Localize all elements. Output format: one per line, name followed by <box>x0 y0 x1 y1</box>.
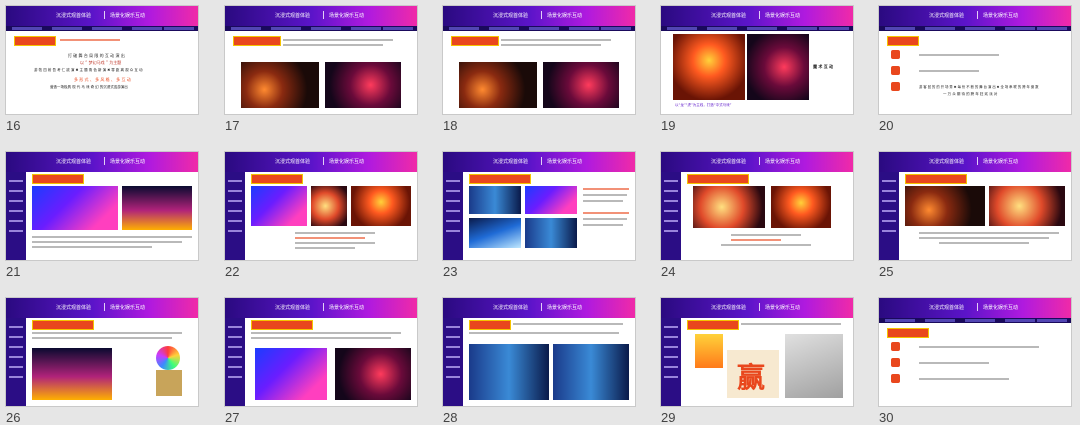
stage-photo <box>241 62 319 108</box>
slide-text: 以“龙”“虎”为主线，打造“中式马戏” <box>675 103 732 107</box>
header-title-right: 场景化娱乐互动 <box>983 159 1019 165</box>
header-title-left: 沉浸式观首体验 <box>493 159 529 165</box>
event-photo <box>525 218 577 248</box>
header-title-left: 沉浸式观首体验 <box>929 159 965 165</box>
stage-photo <box>543 62 619 108</box>
slide-number: 17 <box>225 118 240 133</box>
slide-text: 以 “ 梦幻马戏 ” 为主题 <box>80 60 122 65</box>
slide-number: 19 <box>661 118 676 133</box>
prize-poster <box>695 334 723 368</box>
header-title-right: 场景化娱乐互动 <box>983 305 1019 311</box>
slide-text: 营造一场极具 现 代 马 戏 奇 幻 的沉浸式巡游演出 <box>50 85 128 89</box>
slide-number: 16 <box>6 118 21 133</box>
slide-text: 打 破 舞 台 局 限 的 互 动 演 出 <box>68 53 125 58</box>
globe-image <box>156 346 180 370</box>
header-title-right: 场景化娱乐互动 <box>765 13 801 19</box>
header-title-right: 场景化娱乐互动 <box>547 159 583 165</box>
slide-preview: 沉浸式观首体验 场景化娱乐互动 <box>6 152 198 260</box>
event-photo <box>351 186 411 226</box>
header-title-right: 场景化娱乐互动 <box>765 305 801 311</box>
stage-photo <box>325 62 401 108</box>
slide-text: 一 万 众 期 待 的 跨 年 狂 欢 派 对 <box>943 92 998 96</box>
event-photo <box>251 186 307 226</box>
event-photo <box>525 186 577 214</box>
slide-preview: 沉浸式观首体验 场景化娱乐互动 <box>225 152 417 260</box>
header-title-right: 场景化娱乐互动 <box>765 159 801 165</box>
header-title-left: 沉浸式观首体验 <box>56 13 92 19</box>
slide-number: 20 <box>879 118 894 133</box>
header-title-right: 场景化娱乐互动 <box>110 305 146 311</box>
game-screen <box>469 344 549 400</box>
slide-number: 25 <box>879 264 894 279</box>
event-photo <box>469 218 521 248</box>
event-photo <box>989 186 1065 226</box>
slide-preview: 沉浸式观首体验 场景化娱乐互动 <box>443 6 635 114</box>
slide-text: 多 形 式 、 多 风 格 、 多 互 动 <box>74 77 131 82</box>
slide-number: 21 <box>6 264 21 279</box>
slide-text: 魔 术 互 动 <box>813 64 834 69</box>
event-photo <box>32 186 118 230</box>
scooter-image <box>785 334 843 398</box>
header-title-right: 场景化娱乐互动 <box>547 13 583 19</box>
slide-preview: 沉浸式观首体验 场景化娱乐互动 <box>6 298 198 406</box>
header-title-right: 场景化娱乐互动 <box>983 13 1019 19</box>
slide-preview: 沉浸式观首体验 场景化娱乐互动 <box>225 6 417 114</box>
header-title-left: 沉浸式观首体验 <box>275 159 311 165</box>
slide-number: 23 <box>443 264 458 279</box>
event-photo <box>693 186 765 228</box>
event-photo <box>255 348 327 400</box>
header-title-right: 场景化娱乐互动 <box>110 159 146 165</box>
event-photo <box>311 186 347 226</box>
header-title-left: 沉浸式观首体验 <box>493 13 529 19</box>
slide-preview: 沉浸式观首体验 场景化娱乐互动 <box>443 298 635 406</box>
header-title-left: 沉浸式观首体验 <box>493 305 529 311</box>
game-screen <box>553 344 629 400</box>
header-title-right: 场景化娱乐互动 <box>110 13 146 19</box>
banner-text: 赢 <box>737 361 766 394</box>
slide-preview: 沉浸式观首体验 场景化娱乐互动 游 客 回 的 的 开 场 秀 ✖ 每 份 不 断… <box>879 6 1071 114</box>
slide-number: 24 <box>661 264 676 279</box>
header-title-left: 沉浸式观首体验 <box>56 305 92 311</box>
header-title-left: 沉浸式观首体验 <box>929 13 965 19</box>
header-title-right: 场景化娱乐互动 <box>547 305 583 311</box>
event-photo <box>122 186 192 230</box>
event-photo <box>469 186 521 214</box>
slide-preview: 沉浸式观首体验 场景化娱乐互动 打 破 舞 台 局 限 的 互 动 演 出 以 … <box>6 6 198 114</box>
slide-text: 游 客 回 的 的 开 场 秀 ✖ 每 份 不 断 的 舞 台 演 出 ✖ 全 … <box>919 85 1039 89</box>
slide-number: 22 <box>225 264 240 279</box>
slide-number: 18 <box>443 118 458 133</box>
pedestal-image <box>156 370 182 396</box>
header-title-left: 沉浸式观首体验 <box>711 159 747 165</box>
event-photo <box>771 186 831 228</box>
header-title-left: 沉浸式观首体验 <box>711 305 747 311</box>
header-title-left: 沉浸式观首体验 <box>929 305 965 311</box>
slide-header: 沉浸式观首体验 场景化娱乐互动 <box>6 6 198 26</box>
header-title-right: 场景化娱乐互动 <box>329 13 365 19</box>
slide-preview: 沉浸式观首体验 场景化娱乐互动 <box>879 152 1071 260</box>
event-photo <box>335 348 411 400</box>
header-title-left: 沉浸式观首体验 <box>275 305 311 311</box>
header-title-left: 沉浸式观首体验 <box>275 13 311 19</box>
slide-preview: 沉浸式观首体验 场景化娱乐互动 <box>443 152 635 260</box>
slide-preview: 沉浸式观首体验 场景化娱乐互动 <box>879 298 1071 406</box>
stage-photo <box>459 62 537 108</box>
circus-photo <box>747 34 809 100</box>
header-title-right: 场景化娱乐互动 <box>329 305 365 311</box>
event-photo <box>905 186 985 226</box>
fireworks-photo <box>32 348 112 400</box>
slide-preview: 沉浸式观首体验 场景化娱乐互动 <box>661 152 853 260</box>
clown-photo <box>673 34 745 100</box>
slide-preview: 沉浸式观首体验 场景化娱乐互动 <box>225 298 417 406</box>
header-title-left: 沉浸式观首体验 <box>711 13 747 19</box>
prize-banner: 赢 <box>727 350 779 398</box>
slide-preview: 沉浸式观首体验 场景化娱乐互动 赢 <box>661 298 853 406</box>
slide-text: 游 牧 四 射 吾 考 仁 欲 演 ✖ 主 题 角 色 新 演 ✖ 零 距 离 … <box>34 68 143 72</box>
header-title-right: 场景化娱乐互动 <box>329 159 365 165</box>
slide-sorter-grid: 沉浸式观首体验 场景化娱乐互动 打 破 舞 台 局 限 的 互 动 演 出 以 … <box>0 0 1080 425</box>
header-title-left: 沉浸式观首体验 <box>56 159 92 165</box>
slide-preview: 沉浸式观首体验 场景化娱乐互动 魔 术 互 动 以“龙”“虎”为主线，打造“中式马… <box>661 6 853 114</box>
